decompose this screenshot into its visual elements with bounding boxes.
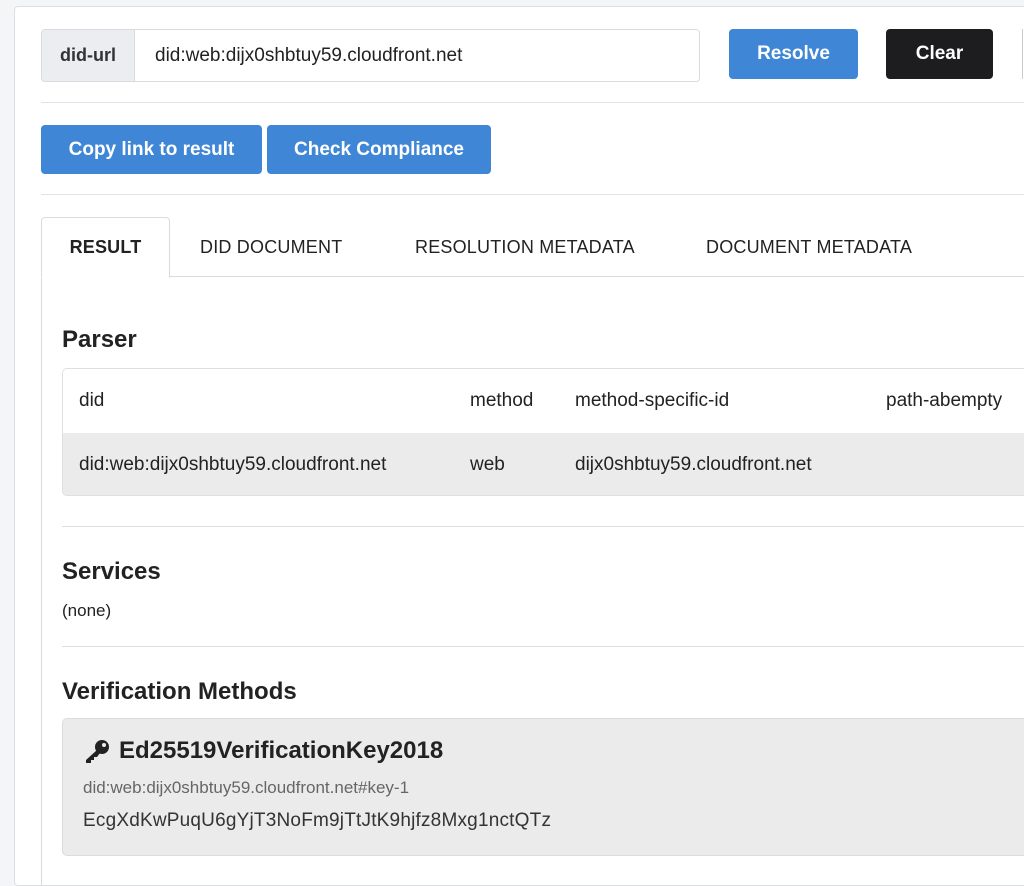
tab-result[interactable]: RESULT xyxy=(41,217,170,278)
section-divider xyxy=(62,526,1024,527)
cell-did: did:web:dijx0shbtuy59.cloudfront.net xyxy=(79,454,387,475)
header-method-specific-id: method-specific-id xyxy=(575,390,730,411)
header-method: method xyxy=(470,390,534,411)
copy-link-button[interactable]: Copy link to result xyxy=(41,125,262,174)
verification-heading: Verification Methods xyxy=(62,678,297,705)
check-compliance-button[interactable]: Check Compliance xyxy=(267,125,491,174)
resolve-button[interactable]: Resolve xyxy=(729,29,858,79)
tab-resolution-metadata[interactable]: RESOLUTION METADATA xyxy=(415,217,635,277)
clear-button[interactable]: Clear xyxy=(886,29,993,79)
verification-method-id: did:web:dijx0shbtuy59.cloudfront.net#key… xyxy=(83,778,410,797)
tab-did-document[interactable]: DID DOCUMENT xyxy=(200,217,342,277)
verification-method-type: Ed25519VerificationKey2018 xyxy=(119,737,444,764)
header-did: did xyxy=(79,390,105,411)
verification-method-card: Ed25519VerificationKey2018 did:web:dijx0… xyxy=(62,718,1024,856)
divider xyxy=(41,102,1024,103)
section-divider xyxy=(62,646,1024,647)
cell-method: web xyxy=(470,454,505,475)
table-header-row: did method method-specific-id path-abemp… xyxy=(63,369,1024,433)
services-empty-text: (none) xyxy=(62,601,112,620)
parser-heading: Parser xyxy=(62,326,137,353)
services-heading: Services xyxy=(62,558,161,585)
cell-method-specific-id: dijx0shbtuy59.cloudfront.net xyxy=(575,454,812,475)
did-url-input-group: did-url xyxy=(41,29,700,82)
table-row: did:web:dijx0shbtuy59.cloudfront.net web… xyxy=(63,433,1024,495)
parser-table: did method method-specific-id path-abemp… xyxy=(62,368,1024,496)
did-url-addon: did-url xyxy=(42,30,135,81)
verification-method-key: EcgXdKwPuqU6gYjT3NoFm9jTtJtK9hjfz8Mxg1nc… xyxy=(83,810,552,831)
header-path-abempty: path-abempty xyxy=(886,390,1003,411)
did-url-input[interactable] xyxy=(135,30,699,81)
divider xyxy=(41,194,1024,195)
key-icon xyxy=(86,740,109,763)
tab-document-metadata[interactable]: DOCUMENT METADATA xyxy=(706,217,912,277)
result-tabs: RESULT DID DOCUMENT RESOLUTION METADATA … xyxy=(41,217,1024,278)
